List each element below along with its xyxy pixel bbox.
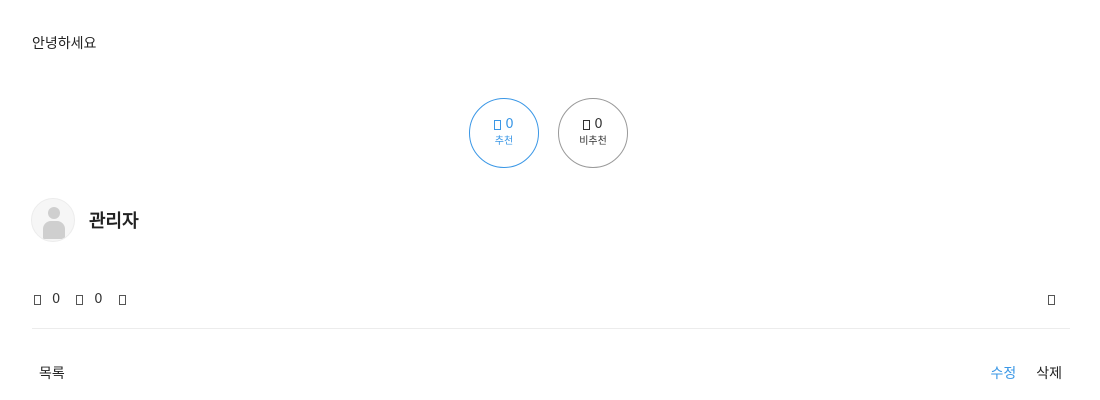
comment-count: 0 xyxy=(52,292,61,307)
post-content: 안녕하세요 xyxy=(32,36,97,52)
list-button[interactable]: 목록 xyxy=(39,363,65,383)
upvote-count: 0 xyxy=(505,117,514,132)
vote-group: 0 추천 0 비추천 xyxy=(469,98,628,168)
view-count: 0 xyxy=(94,292,103,307)
view-count-item: 0 xyxy=(76,292,103,307)
comment-icon xyxy=(34,294,41,305)
upvote-label: 추천 xyxy=(494,136,514,147)
eye-icon xyxy=(76,294,84,305)
downvote-label: 비추천 xyxy=(579,136,607,147)
thumbs-down-icon xyxy=(583,120,591,130)
comment-count-item: 0 xyxy=(34,292,60,307)
author-name[interactable]: 관리자 xyxy=(89,207,139,233)
thumbs-up-icon xyxy=(494,120,502,130)
divider xyxy=(32,328,1070,329)
delete-button[interactable]: 삭제 xyxy=(1036,363,1062,383)
upvote-button[interactable]: 0 추천 xyxy=(469,98,539,168)
edit-button[interactable]: 수정 xyxy=(990,363,1016,383)
downvote-button[interactable]: 0 비추천 xyxy=(558,98,628,168)
avatar-head xyxy=(48,207,60,219)
upvote-top: 0 xyxy=(494,117,514,133)
share-icon[interactable] xyxy=(1048,295,1055,305)
default-user-icon xyxy=(31,198,75,242)
more-item[interactable] xyxy=(118,294,126,305)
downvote-top: 0 xyxy=(583,117,603,133)
avatar-shoulders xyxy=(43,221,65,239)
post-actions: 수정 삭제 xyxy=(990,363,1062,383)
downvote-count: 0 xyxy=(594,117,603,132)
author-block: 관리자 xyxy=(31,198,139,242)
post-meta-row: 0 0 xyxy=(34,292,142,307)
more-icon[interactable] xyxy=(118,294,126,305)
